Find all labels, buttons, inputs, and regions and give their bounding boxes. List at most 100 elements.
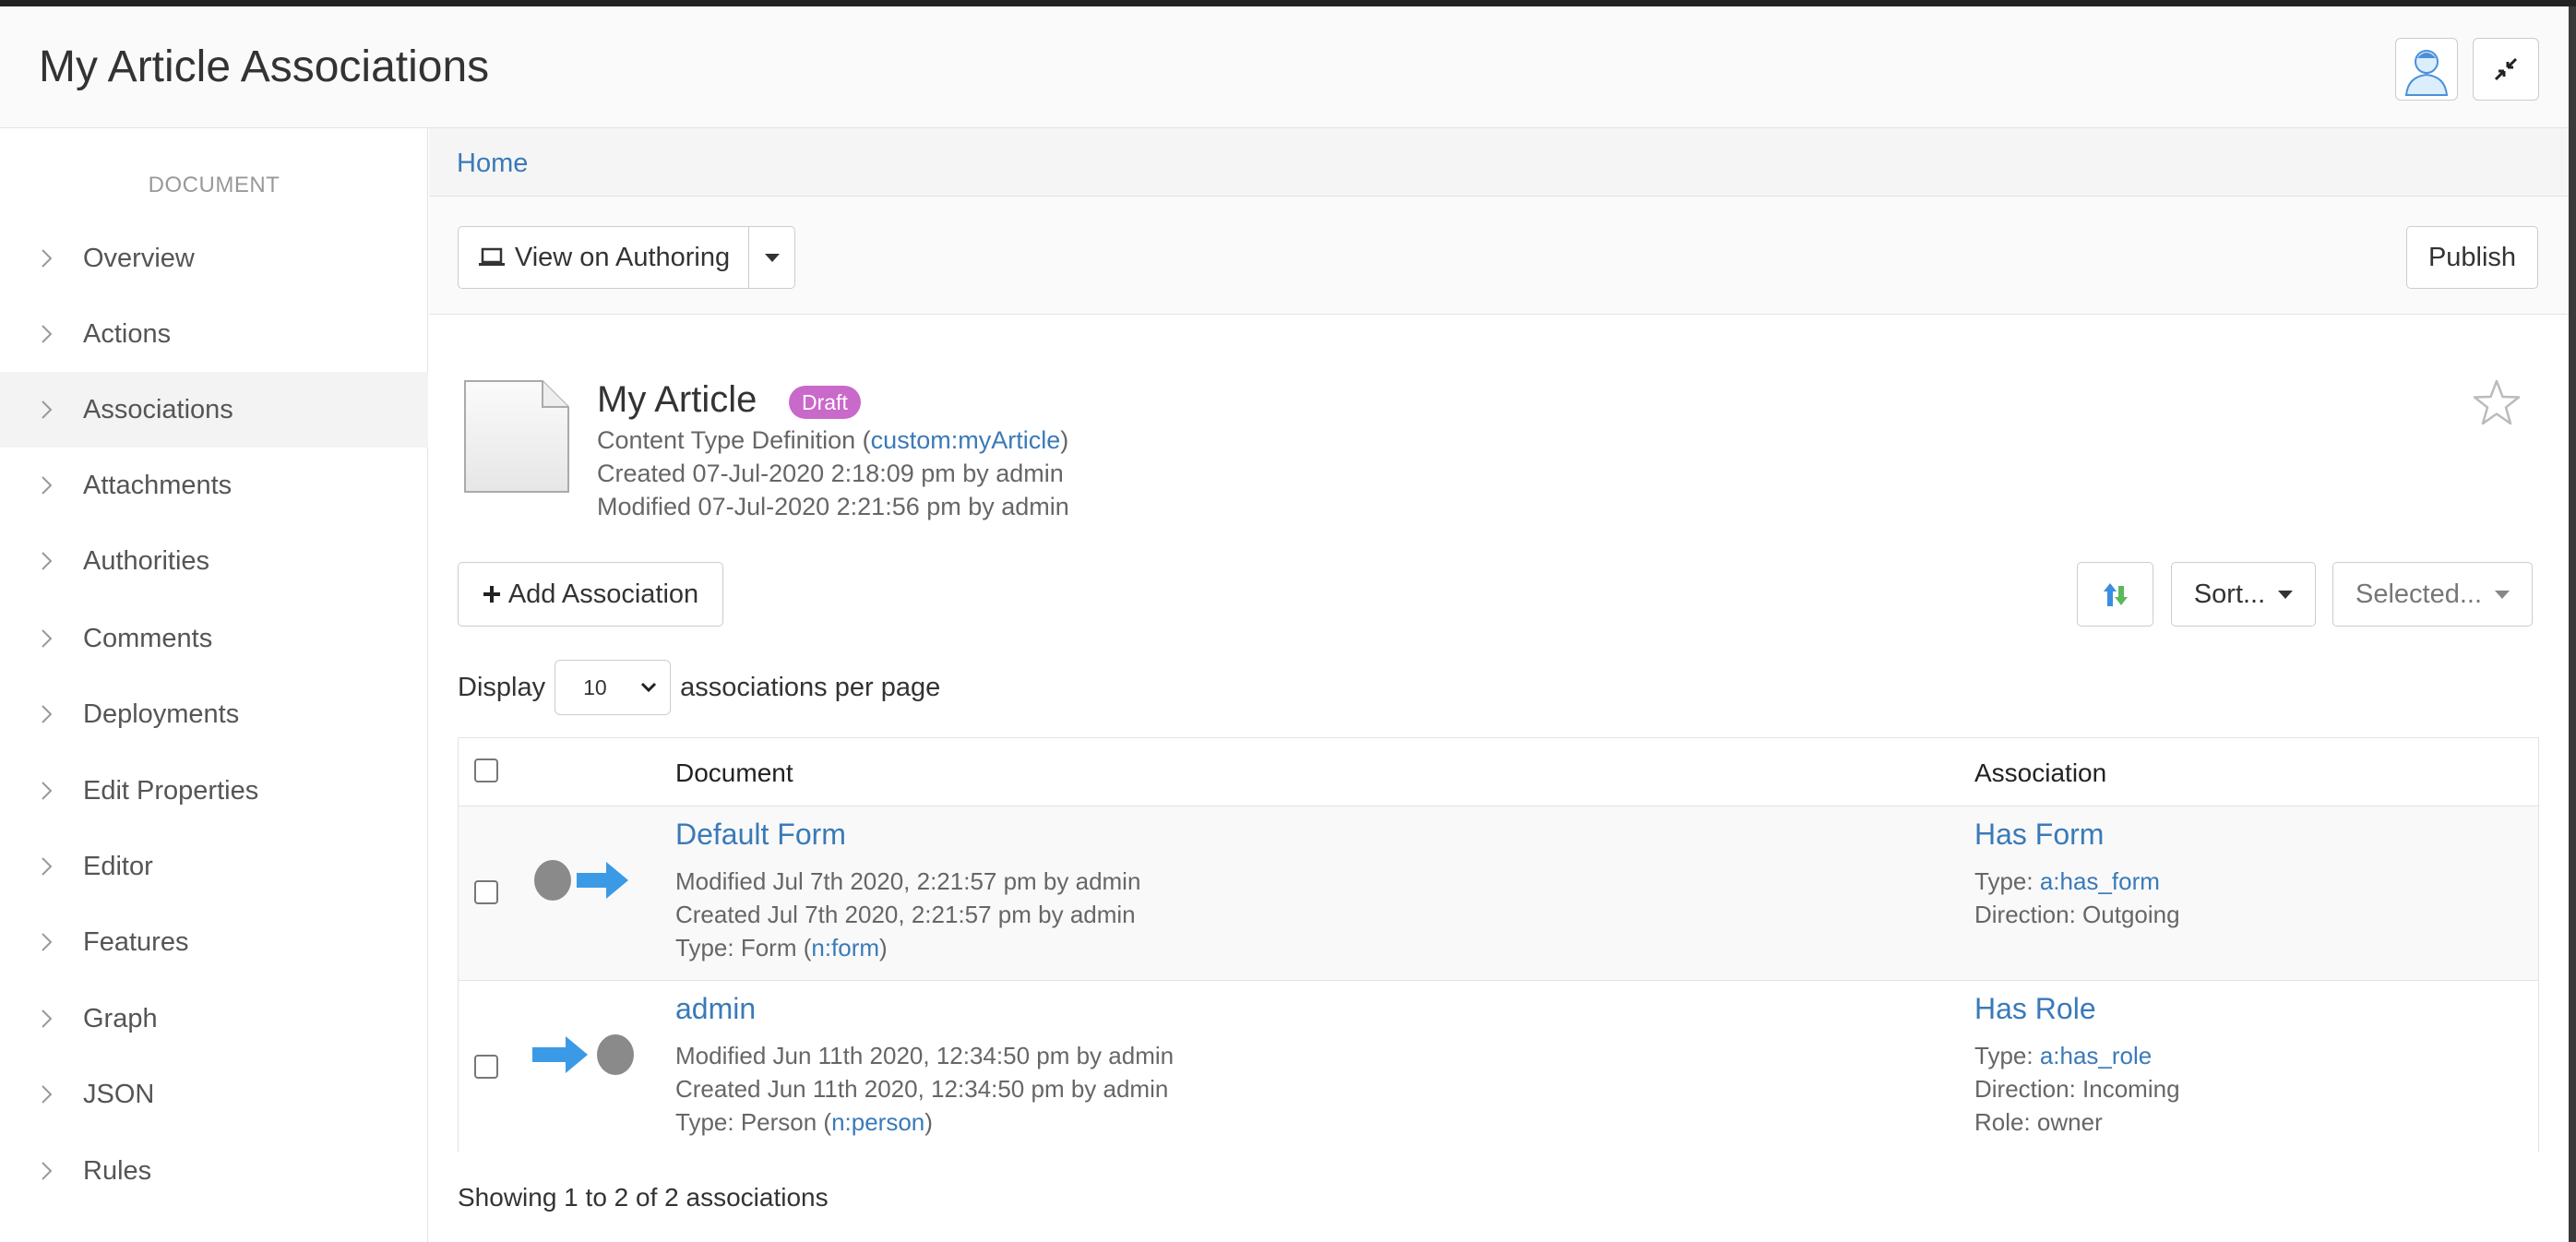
outgoing-association-icon <box>534 860 628 901</box>
chevron-right-icon <box>42 857 53 876</box>
view-options-dropdown-toggle[interactable] <box>748 226 795 289</box>
sidebar-item-label: Comments <box>83 623 213 653</box>
breadcrumb: Home <box>429 128 2569 197</box>
sidebar-item-label: Edit Properties <box>83 775 259 806</box>
association-direction: Direction: Outgoing <box>1974 901 2180 928</box>
sort-direction-button[interactable] <box>2077 562 2153 627</box>
caret-down-icon <box>2495 590 2510 599</box>
column-header-document: Document <box>675 758 793 787</box>
document-name-link[interactable]: Default Form <box>675 818 846 852</box>
sidebar-item-label: Overview <box>83 243 195 273</box>
association-name-link[interactable]: Has Role <box>1974 992 2096 1026</box>
chevron-right-icon <box>42 325 53 343</box>
document-title: My Article <box>597 379 757 420</box>
document-type-line: Content Type Definition (custom:myArticl… <box>597 426 1068 455</box>
sidebar-item-label: Deployments <box>83 699 240 729</box>
sidebar-item-editor[interactable]: Editor <box>0 829 428 904</box>
sidebar-item-overview[interactable]: Overview <box>0 221 428 296</box>
sidebar-item-label: Rules <box>83 1155 152 1186</box>
compress-icon <box>2494 57 2518 81</box>
chevron-right-icon <box>42 249 53 268</box>
chevron-right-icon <box>42 400 53 419</box>
association-type-prefix: Type: <box>1974 867 2040 895</box>
collapse-button[interactable] <box>2473 38 2539 101</box>
row-created: Created Jul 7th 2020, 2:21:57 pm by admi… <box>675 901 1136 928</box>
window-top-strip <box>0 0 2576 6</box>
select-all-checkbox[interactable] <box>474 758 498 782</box>
row-checkbox[interactable] <box>474 880 498 904</box>
sidebar-item-edit-properties[interactable]: Edit Properties <box>0 753 428 829</box>
association-name-link[interactable]: Has Form <box>1974 818 2104 852</box>
sidebar-item-deployments[interactable]: Deployments <box>0 676 428 752</box>
sidebar-item-actions[interactable]: Actions <box>0 296 428 372</box>
table-header: Document Association <box>459 738 2538 806</box>
add-association-button[interactable]: Add Association <box>458 562 723 627</box>
sidebar-heading: DOCUMENT <box>148 173 280 197</box>
user-avatar-button[interactable] <box>2395 38 2458 101</box>
chevron-right-icon <box>42 629 53 648</box>
chevron-right-icon <box>42 476 53 495</box>
selected-label: Selected... <box>2355 579 2483 609</box>
page-size-select[interactable]: 10 <box>555 660 672 715</box>
chevron-right-icon <box>42 933 53 951</box>
document-file-icon <box>464 380 569 493</box>
document-toolbar: View on Authoring Publish <box>429 197 2569 315</box>
status-badge: Draft <box>789 386 861 419</box>
sidebar-item-graph[interactable]: Graph <box>0 981 428 1057</box>
sidebar-item-features[interactable]: Features <box>0 904 428 980</box>
row-type: Type: Form (n:form) <box>675 934 888 962</box>
column-header-association: Association <box>1974 758 2107 787</box>
association-type: Type: a:has_role <box>1974 1042 2152 1070</box>
row-type-prefix: Type: Person ( <box>675 1108 832 1136</box>
pagination-summary: Showing 1 to 2 of 2 associations <box>458 1183 829 1212</box>
row-created: Created Jun 11th 2020, 12:34:50 pm by ad… <box>675 1075 1169 1103</box>
row-type: Type: Person (n:person) <box>675 1108 933 1137</box>
chevron-right-icon <box>42 552 53 570</box>
chevron-right-icon <box>42 1009 53 1028</box>
sort-dropdown-button[interactable]: Sort... <box>2171 562 2316 627</box>
content-type-link[interactable]: custom:myArticle <box>871 426 1061 454</box>
association-role: Role: owner <box>1974 1108 2103 1136</box>
chevron-right-icon <box>42 1162 53 1180</box>
row-type-link[interactable]: n:person <box>831 1108 924 1136</box>
document-type-prefix: Content Type Definition ( <box>597 426 871 454</box>
row-checkbox[interactable] <box>474 1055 498 1079</box>
breadcrumb-home-link[interactable]: Home <box>457 149 528 179</box>
caret-down-icon <box>2278 590 2294 599</box>
associations-table: Document Association Default Form Modifi… <box>458 737 2539 1155</box>
association-type-prefix: Type: <box>1974 1042 2040 1069</box>
chevron-right-icon <box>42 705 53 723</box>
view-on-authoring-button[interactable]: View on Authoring <box>458 226 750 289</box>
user-avatar-icon <box>2404 50 2449 96</box>
selected-actions-dropdown[interactable]: Selected... <box>2332 562 2533 627</box>
sidebar-item-associations[interactable]: Associations <box>0 372 428 448</box>
laptop-icon <box>478 247 505 266</box>
app-window: My Article Associations DOCUMENT Overvie… <box>0 6 2569 1242</box>
chevron-right-icon <box>42 1085 53 1104</box>
table-row: admin Modified Jun 11th 2020, 12:34:50 p… <box>459 981 2538 1155</box>
sidebar-item-label: Authorities <box>83 545 210 576</box>
row-type-prefix: Type: Form ( <box>675 934 812 961</box>
association-type: Type: a:has_form <box>1974 867 2160 896</box>
favorite-star-icon[interactable] <box>2471 377 2522 429</box>
window-right-edge <box>2569 6 2576 1242</box>
sidebar-item-authorities[interactable]: Authorities <box>0 523 428 599</box>
association-direction: Direction: Incoming <box>1974 1075 2180 1103</box>
sort-arrows-icon <box>2103 583 2128 606</box>
association-type-link[interactable]: a:has_form <box>2040 867 2160 895</box>
sidebar-item-json[interactable]: JSON <box>0 1057 428 1132</box>
sidebar-item-label: Features <box>83 926 189 957</box>
publish-button[interactable]: Publish <box>2406 226 2538 289</box>
document-modified: Modified 07-Jul-2020 2:21:56 pm by admin <box>597 493 1069 520</box>
caret-down-icon <box>764 253 780 262</box>
page-title: My Article Associations <box>39 42 490 91</box>
add-association-label: Add Association <box>507 579 699 609</box>
document-name-link[interactable]: admin <box>675 992 756 1026</box>
display-suffix: associations per page <box>680 672 941 702</box>
sidebar-item-comments[interactable]: Comments <box>0 601 428 676</box>
association-type-link[interactable]: a:has_role <box>2040 1042 2152 1069</box>
row-type-link[interactable]: n:form <box>811 934 879 961</box>
main-content: Home View on Authoring Publish My Articl… <box>429 128 2569 1242</box>
sidebar-item-rules[interactable]: Rules <box>0 1133 428 1209</box>
sidebar-item-attachments[interactable]: Attachments <box>0 448 428 523</box>
